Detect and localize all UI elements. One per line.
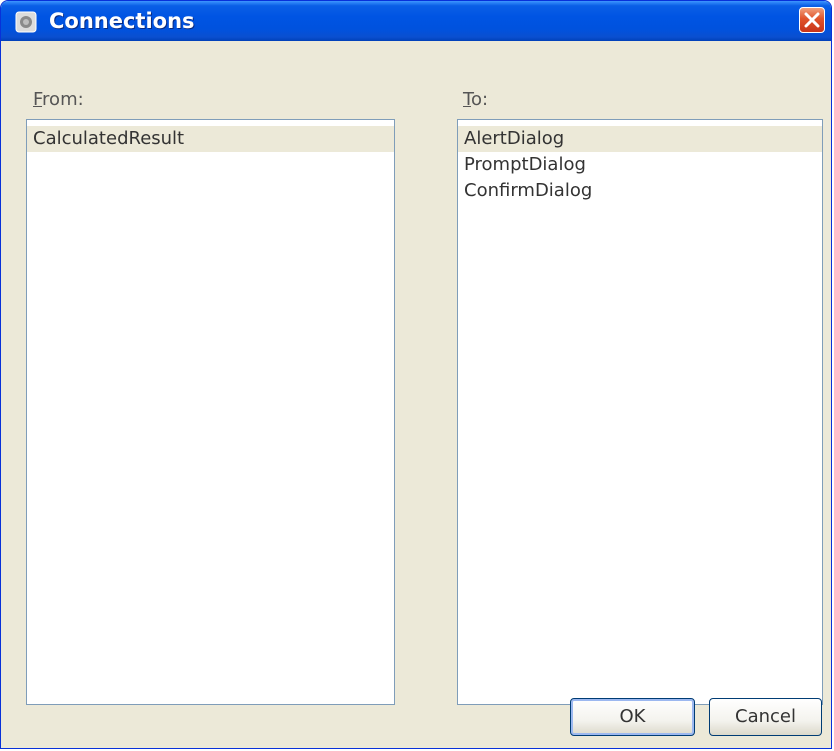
- list-item[interactable]: ConfirmDialog: [458, 178, 822, 204]
- list-item[interactable]: CalculatedResult: [27, 126, 394, 152]
- app-icon: [15, 11, 37, 33]
- ok-button[interactable]: OK: [570, 698, 695, 736]
- close-button[interactable]: [799, 7, 825, 33]
- window-title: Connections: [49, 9, 195, 33]
- from-listbox[interactable]: CalculatedResult: [26, 119, 395, 705]
- to-listbox[interactable]: AlertDialog PromptDialog ConfirmDialog: [457, 119, 823, 705]
- from-label-text: rom:: [42, 89, 84, 110]
- close-icon: [804, 12, 820, 28]
- to-label-text: o:: [470, 89, 489, 110]
- to-label: To:: [463, 89, 488, 110]
- from-label-mnemonic: F: [33, 89, 43, 110]
- to-label-mnemonic: T: [463, 89, 471, 110]
- list-item[interactable]: AlertDialog: [458, 126, 822, 152]
- title-bar[interactable]: Connections: [1, 1, 831, 41]
- connections-dialog: Connections From: To: CalculatedResult A…: [0, 0, 832, 749]
- from-label: From:: [33, 89, 84, 110]
- cancel-button[interactable]: Cancel: [709, 698, 822, 736]
- list-item[interactable]: PromptDialog: [458, 152, 822, 178]
